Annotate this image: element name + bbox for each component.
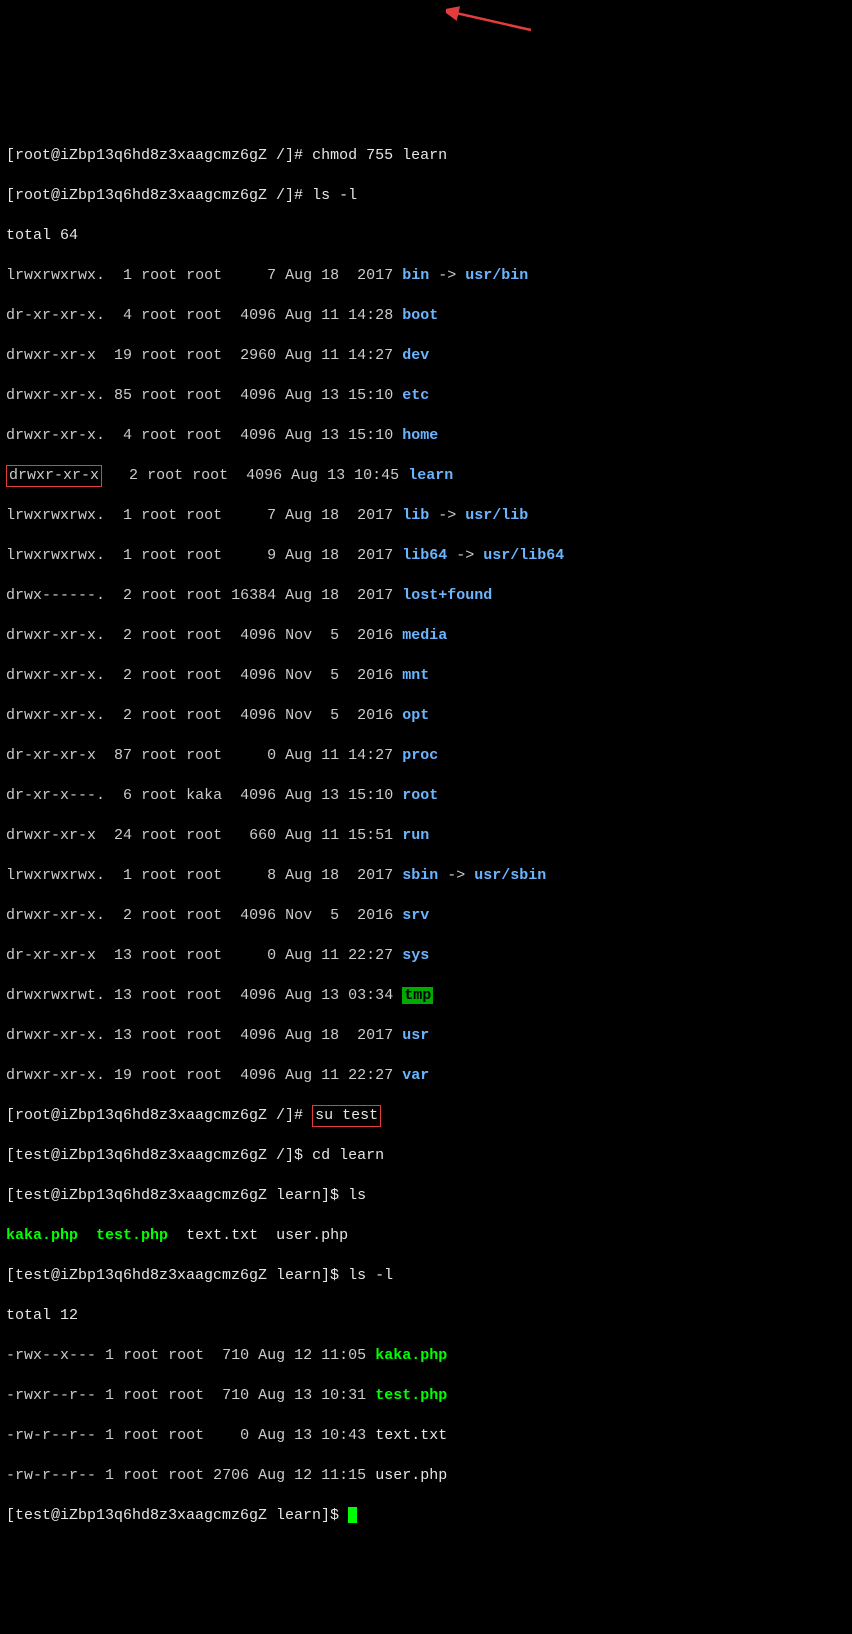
list-item: -rwx--x--- 1 root root 710 Aug 12 11:05 … [6, 1346, 846, 1366]
ls-output: kaka.php test.php text.txt user.php [6, 1226, 846, 1246]
list-item: drwxr-xr-x. 85 root root 4096 Aug 13 15:… [6, 386, 846, 406]
list-item: drwxr-xr-x 2 root root 4096 Aug 13 10:45… [6, 466, 846, 486]
list-item: drwxr-xr-x. 2 root root 4096 Nov 5 2016 … [6, 626, 846, 646]
list-item: lrwxrwxrwx. 1 root root 9 Aug 18 2017 li… [6, 546, 846, 566]
cmd-line[interactable]: [test@iZbp13q6hd8z3xaagcmz6gZ learn]$ [6, 1506, 846, 1526]
list-item: drwxr-xr-x 19 root root 2960 Aug 11 14:2… [6, 346, 846, 366]
list-item: drwxrwxrwt. 13 root root 4096 Aug 13 03:… [6, 986, 846, 1006]
total-line: total 12 [6, 1306, 846, 1326]
list-item: drwxr-xr-x. 2 root root 4096 Nov 5 2016 … [6, 706, 846, 726]
cursor-icon [348, 1507, 357, 1523]
list-item: drwxr-xr-x 24 root root 660 Aug 11 15:51… [6, 826, 846, 846]
list-item: drwxr-xr-x. 4 root root 4096 Aug 13 15:1… [6, 426, 846, 446]
list-item: lrwxrwxrwx. 1 root root 7 Aug 18 2017 li… [6, 506, 846, 526]
total-line: total 64 [6, 226, 846, 246]
cmd-line[interactable]: [test@iZbp13q6hd8z3xaagcmz6gZ learn]$ ls… [6, 1266, 846, 1286]
cmd-line[interactable]: [root@iZbp13q6hd8z3xaagcmz6gZ /]# su tes… [6, 1106, 846, 1126]
cmd-line[interactable]: [test@iZbp13q6hd8z3xaagcmz6gZ learn]$ ls [6, 1186, 846, 1206]
list-item: -rw-r--r-- 1 root root 2706 Aug 12 11:15… [6, 1466, 846, 1486]
list-item: drwxr-xr-x. 2 root root 4096 Nov 5 2016 … [6, 906, 846, 926]
highlight-box: su test [312, 1105, 381, 1127]
list-item: dr-xr-xr-x 87 root root 0 Aug 11 14:27 p… [6, 746, 846, 766]
list-item: drwxr-xr-x. 2 root root 4096 Nov 5 2016 … [6, 666, 846, 686]
cmd-line[interactable]: [root@iZbp13q6hd8z3xaagcmz6gZ /]# chmod … [6, 146, 846, 166]
list-item: drwxr-xr-x. 13 root root 4096 Aug 18 201… [6, 1026, 846, 1046]
list-item: lrwxrwxrwx. 1 root root 7 Aug 18 2017 bi… [6, 266, 846, 286]
list-item: -rwxr--r-- 1 root root 710 Aug 13 10:31 … [6, 1386, 846, 1406]
highlight-box: drwxr-xr-x [6, 465, 102, 487]
cmd-line[interactable]: [test@iZbp13q6hd8z3xaagcmz6gZ /]$ cd lea… [6, 1146, 846, 1166]
sticky-dir: tmp [402, 987, 433, 1004]
cmd-line[interactable]: [root@iZbp13q6hd8z3xaagcmz6gZ /]# ls -l [6, 186, 846, 206]
list-item: dr-xr-xr-x. 4 root root 4096 Aug 11 14:2… [6, 306, 846, 326]
list-item: dr-xr-x---. 6 root kaka 4096 Aug 13 15:1… [6, 786, 846, 806]
list-item: drwx------. 2 root root 16384 Aug 18 201… [6, 586, 846, 606]
list-item: dr-xr-xr-x 13 root root 0 Aug 11 22:27 s… [6, 946, 846, 966]
symlink-name: bin [402, 267, 429, 284]
list-item: -rw-r--r-- 1 root root 0 Aug 13 10:43 te… [6, 1426, 846, 1446]
terminal-output: [root@iZbp13q6hd8z3xaagcmz6gZ /]# chmod … [6, 126, 846, 1546]
list-item: lrwxrwxrwx. 1 root root 8 Aug 18 2017 sb… [6, 866, 846, 886]
list-item: drwxr-xr-x. 19 root root 4096 Aug 11 22:… [6, 1066, 846, 1086]
annotation-arrow-icon [446, 5, 536, 35]
